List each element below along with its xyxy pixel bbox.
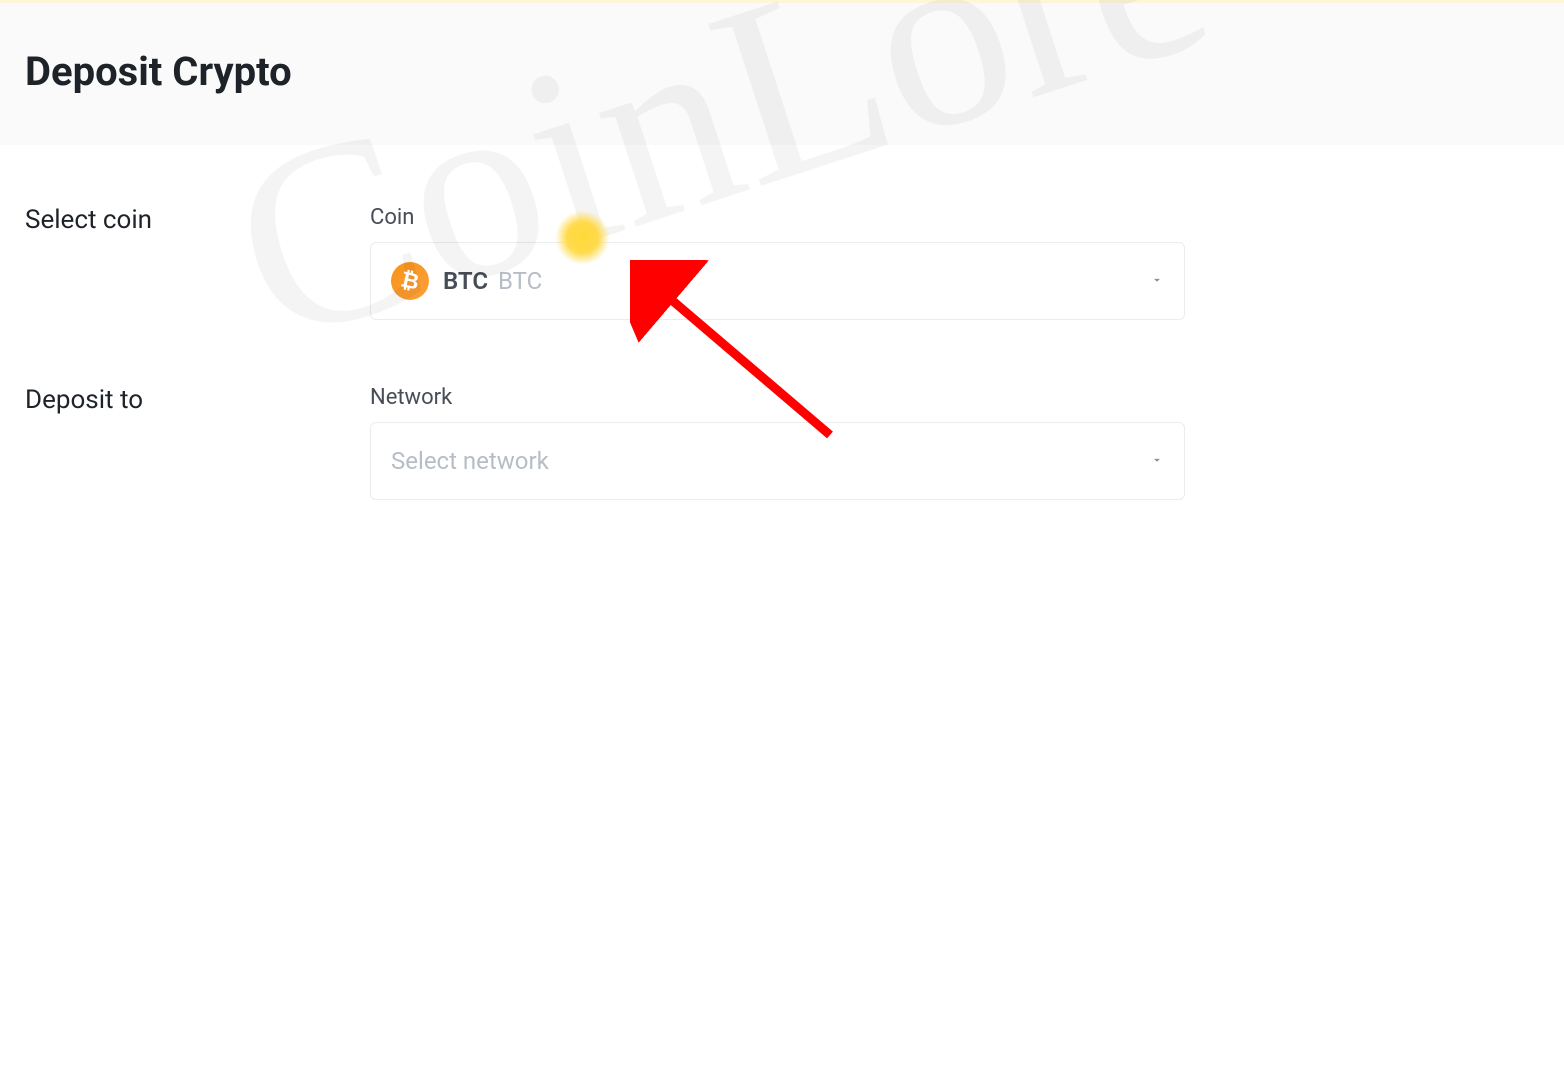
select-coin-label: Select coin [25,205,370,320]
page-title: Deposit Crypto [25,48,1539,95]
page-header: Deposit Crypto [0,0,1564,145]
form-section: Select coin Coin ₿ BTC BTC Deposit to Ne… [0,145,1564,625]
deposit-to-label: Deposit to [25,385,370,500]
select-coin-content: Coin ₿ BTC BTC [370,205,1185,320]
bitcoin-symbol: ₿ [399,266,422,295]
chevron-down-icon [1150,272,1164,291]
select-coin-row: Select coin Coin ₿ BTC BTC [25,205,1539,320]
deposit-to-row: Deposit to Network Select network [25,385,1539,500]
deposit-to-content: Network Select network [370,385,1185,500]
coin-dropdown[interactable]: ₿ BTC BTC [370,242,1185,320]
network-field-label: Network [370,385,1185,410]
bitcoin-icon: ₿ [391,262,429,300]
coin-ticker: BTC [443,267,488,295]
network-placeholder: Select network [391,447,549,475]
coin-name: BTC [498,267,542,295]
chevron-down-icon [1150,452,1164,471]
coin-field-label: Coin [370,205,1185,230]
network-dropdown[interactable]: Select network [370,422,1185,500]
